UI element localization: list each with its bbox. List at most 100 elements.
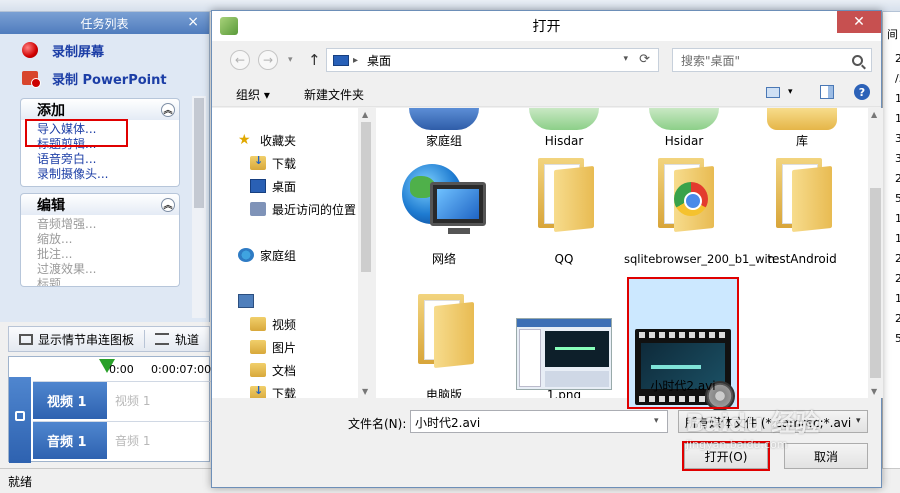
track-lock[interactable] [9,377,31,463]
baidu-watermark: Baidu 经验 jingyan.baidu.com [686,408,856,478]
chevron-down-icon[interactable]: ▾ [856,416,861,426]
nav-item-label: 下载 [272,386,297,399]
file-label: QQ [554,252,574,266]
address-dropdown[interactable]: ▾ [623,54,628,64]
chevron-up-icon[interactable]: ︽ [161,197,175,212]
track-label: 视频 1 [47,395,87,410]
track-label: 音频 1 [47,435,87,450]
recent-locations-dropdown[interactable]: ▾ [288,55,293,65]
videos-folder-icon [250,317,266,331]
file-label: testAndroid [767,252,837,266]
nav-item-videos[interactable]: 视频 [250,314,296,334]
record-camera-link[interactable]: 录制摄像头... [37,167,179,182]
file-item[interactable]: QQ [504,158,624,266]
folder-icon [532,158,596,233]
file-name-dropdown[interactable]: ▾ [654,416,659,426]
right-strip-value: 1 [895,292,900,305]
up-folder-button[interactable]: ↑ [308,51,321,69]
file-item[interactable]: Hisdar [504,108,624,148]
track-body[interactable]: 视频 1 [109,382,211,419]
tracks-icon [155,333,170,345]
new-folder-button[interactable]: 新建文件夹 [304,86,364,103]
add-group-header[interactable]: 添加 ︽ [20,98,180,120]
scroll-thumb[interactable] [361,122,371,272]
nav-item-homegroup[interactable]: 家庭组 [238,245,296,265]
edit-group-header[interactable]: 编辑 ︽ [20,193,180,215]
nav-item-downloads-2[interactable]: 下载 [250,383,296,398]
right-strip-value: /5 [895,72,900,85]
show-storyboard-label: 显示情节串连图板 [38,332,135,347]
view-dropdown[interactable]: ▾ [788,87,793,97]
file-item[interactable]: sqlitebrowser_200_b1_win [624,158,775,266]
file-item[interactable]: 网络 [384,154,504,266]
file-label: 1.png [546,388,582,398]
close-button[interactable]: ✕ [837,11,881,33]
nav-item-label: 桌面 [272,179,297,194]
show-storyboard-button[interactable]: 显示情节串连图板 [9,331,134,348]
record-ppt-link[interactable]: 录制 PowerPoint [0,64,209,92]
nav-item-label: 文档 [272,363,297,378]
dialog-title: 打开 [532,19,561,35]
right-strip-value: 1 [895,212,900,225]
add-group-title: 添加 [37,102,65,119]
file-item[interactable]: testAndroid [742,158,862,266]
task-pane: 任务列表 × 录制屏幕 录制 PowerPoint 添加 ︽ 导入媒体... 标… [0,12,210,322]
folder-icon [652,158,716,233]
scroll-down-icon[interactable]: ▼ [362,387,368,396]
preview-pane-icon[interactable] [820,85,834,99]
time-ruler[interactable]: 0:00 0:00:07:00 [107,361,211,377]
library-icon [767,108,837,130]
file-item[interactable]: 1.png [504,318,624,398]
forward-button[interactable]: → [258,50,278,70]
scroll-up-icon[interactable]: ▲ [362,110,368,119]
nav-item-favorites[interactable]: ★ 收藏夹 [238,130,296,150]
file-item[interactable]: 家庭组 [384,108,504,148]
nav-item-pictures[interactable]: 图片 [250,337,296,357]
close-icon[interactable]: × [187,14,199,30]
nav-item-documents[interactable]: 文档 [250,360,296,380]
back-button[interactable]: ← [230,50,250,70]
ruler-tick-label: 0:00 [109,363,134,376]
track-header[interactable]: 视频 1 [33,382,107,419]
nav-item-recent-places[interactable]: 最近访问的位置 [250,199,356,219]
refresh-icon[interactable]: ⟳ [639,52,650,67]
computer-icon [238,294,254,308]
search-input[interactable]: 搜索"桌面" [672,48,872,72]
nav-item-desktop[interactable]: 桌面 [250,176,296,196]
track-body[interactable]: 音频 1 [109,422,211,459]
pictures-folder-icon [250,340,266,354]
task-pane-scrollbar[interactable] [192,96,206,318]
scroll-thumb[interactable] [870,188,881,378]
nav-pane-scrollbar[interactable]: ▲ ▼ [358,108,374,398]
chevron-right-icon[interactable]: ▸ [353,55,363,66]
organize-button[interactable]: 组织 ▾ [236,86,270,103]
scroll-down-icon[interactable]: ▼ [871,387,877,396]
nav-item-label: 下载 [272,156,297,171]
scroll-thumb[interactable] [194,98,204,208]
watermark-text: Baidu 经验 [686,409,820,437]
scroll-up-icon[interactable]: ▲ [871,110,877,119]
view-options-icon[interactable] [766,87,780,98]
voice-narration-link[interactable]: 语音旁白... [37,152,179,167]
right-strip-value: 25 [895,312,900,325]
file-item[interactable]: 库 [742,108,862,148]
tracks-button[interactable]: 轨道 [155,331,199,348]
address-bar[interactable]: ▸ 桌面 ▾ ⟳ [326,48,659,72]
dialog-titlebar[interactable]: 打开 ✕ [212,11,881,41]
file-name-input[interactable]: 小时代2.avi [410,410,668,433]
file-item[interactable]: 电脑版 [384,294,504,398]
help-icon[interactable]: ? [854,84,870,100]
file-label: 电脑版 [425,388,462,398]
tracks-label: 轨道 [175,332,200,347]
chevron-up-icon[interactable]: ︽ [161,102,175,117]
track-header[interactable]: 音频 1 [33,422,107,459]
documents-folder-icon [250,363,266,377]
file-item[interactable]: Hsidar [624,108,744,148]
file-list-scrollbar[interactable]: ▲ ▼ [868,108,883,398]
edit-group-title: 编辑 [37,197,65,214]
toolbar-divider [144,330,146,348]
record-screen-link[interactable]: 录制屏幕 [0,36,209,64]
transition-link: 过渡效果... [37,262,97,276]
nav-item-computer[interactable] [238,291,260,311]
nav-item-downloads[interactable]: 下载 [250,153,296,173]
